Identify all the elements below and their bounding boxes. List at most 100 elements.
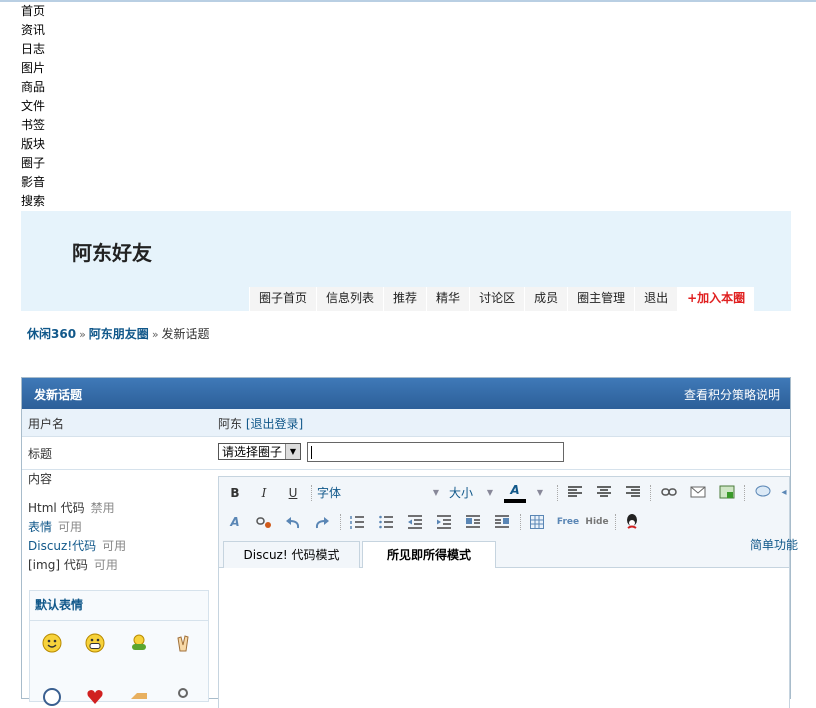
group-select[interactable]: 请选择圈子 ▼ bbox=[218, 443, 301, 460]
editor-toolbar: B I U 字体 ▼ 大小 ▼ A ▼ ◂ A Free Hide bbox=[219, 477, 789, 539]
tab-code-mode[interactable]: Discuz! 代码模式 bbox=[223, 541, 360, 568]
italic-button[interactable]: I bbox=[256, 483, 272, 503]
panel-title: 发新话题 bbox=[34, 388, 83, 402]
smilies-title: 默认表情 bbox=[30, 591, 208, 621]
ordered-list-icon[interactable] bbox=[350, 515, 364, 529]
policy-link[interactable]: 查看积分策略说明 bbox=[684, 386, 780, 403]
logout-link[interactable]: [退出登录] bbox=[246, 417, 303, 431]
breadcrumb-separator: » bbox=[79, 328, 86, 341]
html-code-status: Html 代码 禁用 bbox=[22, 499, 212, 518]
emoticon-link[interactable]: 表情 bbox=[28, 520, 52, 534]
hug-icon[interactable] bbox=[129, 633, 149, 653]
link-icon[interactable] bbox=[661, 487, 677, 497]
subject-input[interactable] bbox=[307, 442, 564, 462]
float-left-icon[interactable] bbox=[466, 515, 480, 529]
quote-icon[interactable] bbox=[755, 485, 771, 499]
group-nav-home[interactable]: 圈子首页 bbox=[249, 287, 316, 311]
nav-item-images[interactable]: 图片 bbox=[21, 61, 45, 80]
logout-label: 退出登录 bbox=[250, 417, 299, 431]
email-icon[interactable] bbox=[690, 485, 706, 499]
grin-icon[interactable] bbox=[85, 633, 105, 653]
emoticon-status: 表情 可用 bbox=[22, 518, 212, 537]
post-editor: B I U 字体 ▼ 大小 ▼ A ▼ ◂ A Free Hide Discuz… bbox=[218, 476, 790, 708]
simple-mode-link[interactable]: 简单功能 bbox=[750, 536, 798, 553]
top-border bbox=[0, 0, 816, 2]
key-icon[interactable] bbox=[173, 687, 193, 707]
image-icon[interactable] bbox=[719, 485, 735, 499]
panel-header: 发新话题 查看积分策略说明 bbox=[22, 378, 790, 409]
nav-item-blog[interactable]: 日志 bbox=[21, 42, 45, 61]
font-size-label: 大小 bbox=[449, 486, 474, 500]
toolbar-separator bbox=[340, 514, 342, 530]
new-topic-panel: 发新话题 查看积分策略说明 用户名 阿东 [退出登录] 标题 请选择圈子 ▼ 内… bbox=[21, 377, 791, 708]
nav-item-news[interactable]: 资讯 bbox=[21, 23, 45, 42]
align-center-icon[interactable] bbox=[597, 486, 611, 498]
heart-icon[interactable] bbox=[85, 687, 105, 707]
group-nav: 圈子首页 信息列表 推荐 精华 讨论区 成员 圈主管理 退出 +加入本圈 bbox=[249, 287, 755, 311]
font-family-label: 字体 bbox=[317, 486, 342, 500]
img-code-label: [img] 代码 bbox=[28, 558, 88, 572]
table-icon[interactable] bbox=[530, 515, 544, 529]
group-nav-members[interactable]: 成员 bbox=[524, 287, 567, 311]
qq-icon[interactable] bbox=[625, 514, 639, 530]
undo-icon[interactable] bbox=[285, 515, 301, 529]
font-size-select[interactable]: 大小 ▼ bbox=[449, 483, 495, 503]
group-select-value: 请选择圈子 bbox=[222, 445, 283, 459]
editor-content-area[interactable] bbox=[219, 568, 789, 708]
nav-item-groups[interactable]: 圈子 bbox=[21, 156, 45, 175]
toolbar-separator bbox=[650, 485, 652, 501]
nav-item-bookmarks[interactable]: 书签 bbox=[21, 118, 45, 137]
nav-item-home[interactable]: 首页 bbox=[21, 4, 45, 23]
victory-icon[interactable] bbox=[173, 633, 193, 653]
bold-button[interactable]: B bbox=[227, 483, 243, 503]
toolbar-separator bbox=[520, 514, 522, 530]
breadcrumb-site[interactable]: 休闲360 bbox=[27, 327, 76, 341]
username: 阿东 bbox=[218, 417, 243, 431]
toolbar-separator bbox=[744, 485, 746, 501]
free-button[interactable]: Free bbox=[556, 512, 580, 532]
join-group-button[interactable]: +加入本圈 bbox=[677, 287, 755, 311]
nav-item-goods[interactable]: 商品 bbox=[21, 80, 45, 99]
chevron-down-icon[interactable]: ▼ bbox=[534, 483, 546, 503]
font-family-select[interactable]: 字体 ▼ bbox=[317, 483, 441, 503]
group-nav-manage[interactable]: 圈主管理 bbox=[567, 287, 634, 311]
subject-row: 标题 请选择圈子 ▼ bbox=[22, 437, 790, 470]
indent-icon[interactable] bbox=[437, 515, 451, 529]
outdent-icon[interactable] bbox=[408, 515, 422, 529]
smilies-box: 默认表情 bbox=[29, 590, 209, 706]
breadcrumb-current: 发新话题 bbox=[161, 327, 210, 341]
nav-item-forums[interactable]: 版块 bbox=[21, 137, 45, 156]
img-code-value: 可用 bbox=[93, 558, 118, 572]
handshake-icon[interactable] bbox=[129, 687, 149, 707]
smile-icon[interactable] bbox=[42, 633, 62, 653]
group-nav-discussion[interactable]: 讨论区 bbox=[469, 287, 524, 311]
discuz-code-link[interactable]: Discuz!代码 bbox=[28, 539, 96, 553]
nav-item-media[interactable]: 影音 bbox=[21, 175, 45, 194]
font-color-button[interactable]: A bbox=[504, 481, 526, 503]
underline-button[interactable]: U bbox=[285, 483, 301, 503]
breadcrumb: 休闲360» 阿东朋友圈» 发新话题 bbox=[27, 325, 210, 342]
group-banner: 阿东好友 圈子首页 信息列表 推荐 精华 讨论区 成员 圈主管理 退出 +加入本… bbox=[21, 211, 791, 311]
float-right-icon[interactable] bbox=[495, 515, 509, 529]
group-nav-digest[interactable]: 精华 bbox=[426, 287, 469, 311]
clock-icon[interactable] bbox=[42, 687, 62, 707]
breadcrumb-separator: » bbox=[151, 328, 159, 341]
breadcrumb-group[interactable]: 阿东朋友圈 bbox=[89, 327, 149, 341]
subject-label: 标题 bbox=[28, 447, 53, 461]
group-nav-recommend[interactable]: 推荐 bbox=[383, 287, 426, 311]
nav-item-files[interactable]: 文件 bbox=[21, 99, 45, 118]
more-icon[interactable]: ◂ bbox=[779, 483, 789, 503]
redo-icon[interactable] bbox=[314, 515, 330, 529]
remove-format-icon[interactable]: A bbox=[227, 512, 243, 532]
unordered-list-icon[interactable] bbox=[379, 515, 393, 529]
align-right-icon[interactable] bbox=[626, 486, 640, 498]
align-left-icon[interactable] bbox=[568, 486, 582, 498]
site-nav: 首页 资讯 日志 图片 商品 文件 书签 版块 圈子 影音 搜索 bbox=[21, 4, 45, 213]
hide-button[interactable]: Hide bbox=[585, 512, 609, 532]
tab-wysiwyg-mode[interactable]: 所见即所得模式 bbox=[362, 541, 496, 569]
group-nav-quit[interactable]: 退出 bbox=[634, 287, 677, 311]
unlink-icon[interactable] bbox=[256, 515, 272, 529]
group-nav-list[interactable]: 信息列表 bbox=[316, 287, 383, 311]
content-label: 内容 bbox=[28, 472, 53, 486]
